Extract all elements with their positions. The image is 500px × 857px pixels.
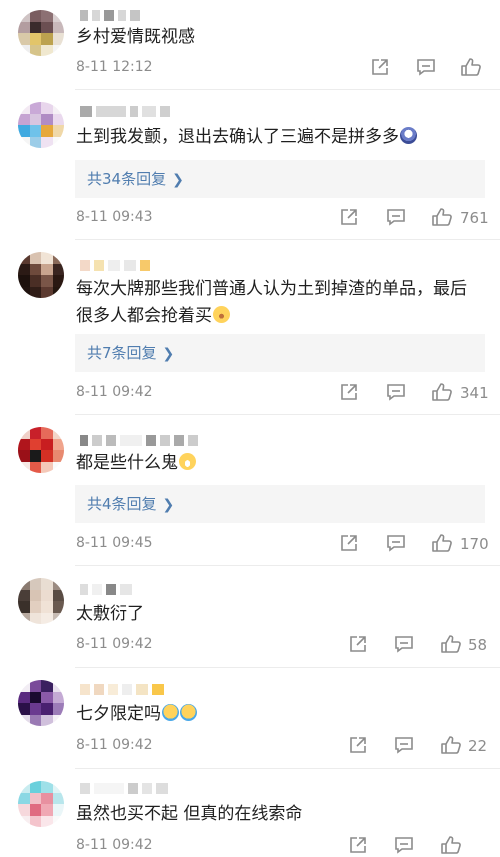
comment-time: 8-11 09:42 — [76, 384, 153, 400]
divider — [75, 667, 500, 668]
chevron-right-icon: ❯ — [162, 497, 175, 513]
avatar[interactable] — [18, 578, 64, 624]
view-replies-button[interactable]: 共34条回复 ❯ — [75, 160, 485, 198]
comment-time: 8-11 12:12 — [76, 59, 153, 75]
comment-text-content: 七夕限定吗 — [76, 704, 161, 724]
avatar[interactable] — [18, 427, 64, 473]
comment-text-content: 土到我发颤，退出去确认了三遍不是拼多多 — [76, 127, 399, 147]
username-redacted — [80, 8, 140, 22]
shocked-face-emoji-icon — [400, 127, 417, 144]
share-icon[interactable] — [339, 533, 359, 553]
comment-meta: 8-11 12:12 — [76, 57, 488, 79]
like-count: 58 — [468, 636, 488, 654]
comment-time: 8-11 09:42 — [76, 837, 153, 853]
view-replies-button[interactable]: 共7条回复 ❯ — [75, 334, 485, 372]
view-replies-button[interactable]: 共4条回复 ❯ — [75, 485, 485, 523]
thumbs-up-icon[interactable] — [431, 382, 452, 402]
tears-of-joy-emoji-icon — [162, 704, 179, 721]
share-icon[interactable] — [339, 382, 359, 402]
thumbs-up-icon[interactable] — [440, 634, 461, 654]
comment-icon[interactable] — [394, 735, 414, 755]
share-icon[interactable] — [348, 634, 368, 654]
tears-of-joy-emoji-icon — [180, 704, 197, 721]
reply-count: 共4条回复 — [87, 495, 157, 513]
divider — [75, 414, 500, 415]
comment-icon[interactable] — [386, 533, 406, 553]
divider — [75, 768, 500, 769]
share-icon[interactable] — [339, 207, 359, 227]
comment-text: 每次大牌那些我们普通人认为土到掉渣的单品，最后很多人都会抢着买 — [76, 276, 482, 330]
username-redacted — [80, 781, 168, 795]
avatar[interactable] — [18, 10, 64, 56]
thumbs-up-icon[interactable] — [431, 207, 452, 227]
comment-icon[interactable] — [416, 57, 436, 77]
comment-time: 8-11 09:42 — [76, 636, 153, 652]
comment-text-content: 每次大牌那些我们普通人认为土到掉渣的单品，最后很多人都会抢着买 — [76, 279, 467, 326]
thumbs-up-icon[interactable] — [431, 533, 452, 553]
comment-time: 8-11 09:42 — [76, 737, 153, 753]
divider — [75, 239, 500, 240]
share-icon[interactable] — [370, 57, 390, 77]
comment-text: 乡村爱情既视感 — [76, 27, 195, 47]
like-count: 170 — [460, 535, 489, 553]
divider — [75, 89, 500, 90]
username-redacted — [80, 258, 150, 272]
comment-time: 8-11 09:45 — [76, 535, 153, 551]
avatar[interactable] — [18, 102, 64, 148]
like-count: 22 — [468, 737, 488, 755]
comment-meta: 8-11 09:42 22 — [76, 735, 488, 757]
comment-icon[interactable] — [386, 382, 406, 402]
reply-count: 共7条回复 — [87, 344, 157, 362]
comment-text-content: 都是些什么鬼 — [76, 453, 178, 473]
username-redacted — [80, 682, 164, 696]
comment-text: 都是些什么鬼 — [76, 450, 482, 477]
username-redacted — [80, 582, 132, 596]
thumbs-up-icon[interactable] — [460, 57, 481, 77]
like-count: 341 — [460, 384, 489, 402]
username-redacted — [80, 433, 198, 447]
comment-meta: 8-11 09:42 58 — [76, 634, 488, 656]
smirk-face-emoji-icon — [213, 306, 230, 323]
comment-icon[interactable] — [394, 634, 414, 654]
username-redacted — [80, 104, 170, 118]
divider — [75, 565, 500, 566]
comment-text: 七夕限定吗 — [76, 701, 482, 728]
comment-meta: 8-11 09:42 — [76, 835, 488, 857]
comment-meta: 8-11 09:45 170 — [76, 533, 489, 555]
comment-icon[interactable] — [386, 207, 406, 227]
chevron-right-icon: ❯ — [162, 346, 175, 362]
avatar[interactable] — [18, 781, 64, 827]
thumbs-up-icon[interactable] — [440, 835, 461, 855]
share-icon[interactable] — [348, 735, 368, 755]
chevron-right-icon: ❯ — [172, 172, 184, 188]
comment-meta: 8-11 09:42 341 — [76, 382, 489, 404]
comment-time: 8-11 09:43 — [76, 209, 153, 225]
comment-text: 虽然也买不起 但真的在线索命 — [76, 804, 303, 824]
comment-meta: 8-11 09:43 761 — [76, 207, 489, 229]
reply-count: 共34条回复 — [87, 170, 167, 188]
share-icon[interactable] — [348, 835, 368, 855]
comment-text: 土到我发颤，退出去确认了三遍不是拼多多 — [76, 124, 482, 151]
thumbs-up-icon[interactable] — [440, 735, 461, 755]
grimace-face-emoji-icon — [179, 453, 196, 470]
comment-text: 太敷衍了 — [76, 604, 144, 624]
avatar[interactable] — [18, 680, 64, 726]
like-count: 761 — [460, 209, 489, 227]
comment-icon[interactable] — [394, 835, 414, 855]
avatar[interactable] — [18, 252, 64, 298]
